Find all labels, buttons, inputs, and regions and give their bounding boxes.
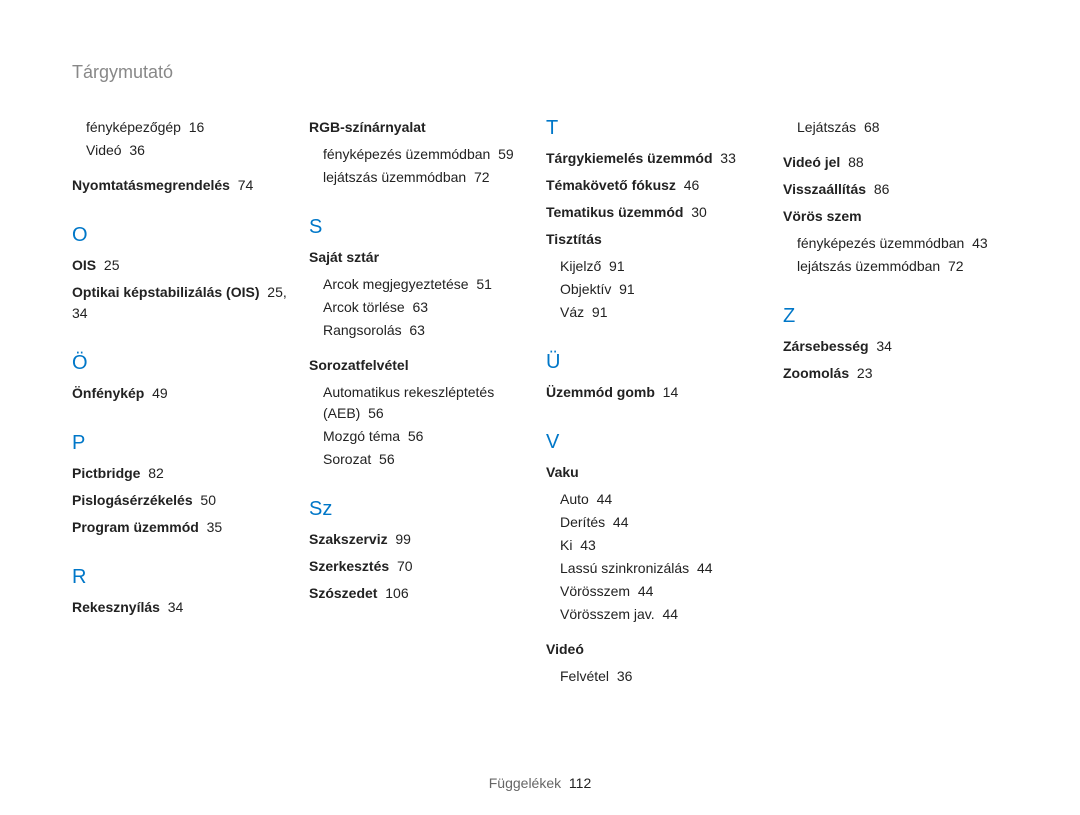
index-letter: T (546, 117, 771, 140)
index-column: fényképezőgép 16 Videó 36 Nyomtatásmegre… (72, 117, 297, 689)
index-columns: fényképezőgép 16 Videó 36 Nyomtatásmegre… (72, 117, 1008, 689)
page-title: Tárgymutató (72, 62, 1008, 83)
index-subentry: Lassú szinkronizálás 44 (560, 558, 771, 579)
index-subentry: Arcok megjegyeztetése 51 (323, 274, 534, 295)
index-subentry: lejátszás üzemmódban 72 (323, 167, 534, 188)
index-letter: O (72, 224, 297, 247)
index-entry: Szakszerviz 99 (309, 529, 534, 550)
index-letter: Ü (546, 351, 771, 374)
index-subentry: Kijelző 91 (560, 256, 771, 277)
index-letter: S (309, 216, 534, 239)
page-footer: Függelékek 112 (0, 775, 1080, 791)
index-subentry: Vörösszem 44 (560, 581, 771, 602)
index-subentry: Videó 36 (86, 140, 297, 161)
index-subentry: Vörösszem jav. 44 (560, 604, 771, 625)
index-column: Lejátszás 68 Videó jel 88 Visszaállítás … (783, 117, 1008, 689)
index-entry: Optikai képstabilizálás (OIS) 25, 34 (72, 282, 297, 324)
index-subentry: Sorozat 56 (323, 449, 534, 470)
index-entry: Szerkesztés 70 (309, 556, 534, 577)
index-entry: Üzemmód gomb 14 (546, 382, 771, 403)
index-letter: P (72, 432, 297, 455)
index-entry: Pislogásérzékelés 50 (72, 490, 297, 511)
index-column: T Tárgykiemelés üzemmód 33 Témakövető fó… (546, 117, 771, 689)
index-letter: V (546, 431, 771, 454)
index-entry: Rekesznyílás 34 (72, 597, 297, 618)
index-subentry: Arcok törlése 63 (323, 297, 534, 318)
index-letter: R (72, 566, 297, 589)
index-letter: Sz (309, 498, 534, 521)
index-entry: Tematikus üzemmód 30 (546, 202, 771, 223)
index-entry: Vörös szem (783, 206, 1008, 227)
index-subentry: fényképezőgép 16 (86, 117, 297, 138)
index-letter: Ö (72, 352, 297, 375)
index-entry: Tárgykiemelés üzemmód 33 (546, 148, 771, 169)
index-entry: Nyomtatásmegrendelés 74 (72, 175, 297, 196)
index-subentry: Objektív 91 (560, 279, 771, 300)
index-subentry: Rangsorolás 63 (323, 320, 534, 341)
index-subentry: Felvétel 36 (560, 666, 771, 687)
index-entry: Szószedet 106 (309, 583, 534, 604)
index-entry: Videó (546, 639, 771, 660)
index-entry: Saját sztár (309, 247, 534, 268)
index-subentry: Auto 44 (560, 489, 771, 510)
index-entry: Zoomolás 23 (783, 363, 1008, 384)
index-entry: OIS 25 (72, 255, 297, 276)
index-subentry: lejátszás üzemmódban 72 (797, 256, 1008, 277)
index-subentry: fényképezés üzemmódban 43 (797, 233, 1008, 254)
index-subentry: fényképezés üzemmódban 59 (323, 144, 534, 165)
index-letter: Z (783, 305, 1008, 328)
index-subentry: Derítés 44 (560, 512, 771, 533)
index-entry: Visszaállítás 86 (783, 179, 1008, 200)
index-entry: Sorozatfelvétel (309, 355, 534, 376)
index-entry: Zársebesség 34 (783, 336, 1008, 357)
index-entry: Pictbridge 82 (72, 463, 297, 484)
index-entry: Témakövető fókusz 46 (546, 175, 771, 196)
index-subentry: Ki 43 (560, 535, 771, 556)
index-entry: Önfénykép 49 (72, 383, 297, 404)
index-entry: Program üzemmód 35 (72, 517, 297, 538)
index-entry: Videó jel 88 (783, 152, 1008, 173)
index-subentry: Váz 91 (560, 302, 771, 323)
index-entry: Tisztítás (546, 229, 771, 250)
index-subentry: Lejátszás 68 (797, 117, 1008, 138)
index-column: RGB-színárnyalat fényképezés üzemmódban … (309, 117, 534, 689)
index-subentry: Automatikus rekeszléptetés (AEB) 56 (323, 382, 534, 424)
index-entry: Vaku (546, 462, 771, 483)
index-subentry: Mozgó téma 56 (323, 426, 534, 447)
index-entry: RGB-színárnyalat (309, 117, 534, 138)
